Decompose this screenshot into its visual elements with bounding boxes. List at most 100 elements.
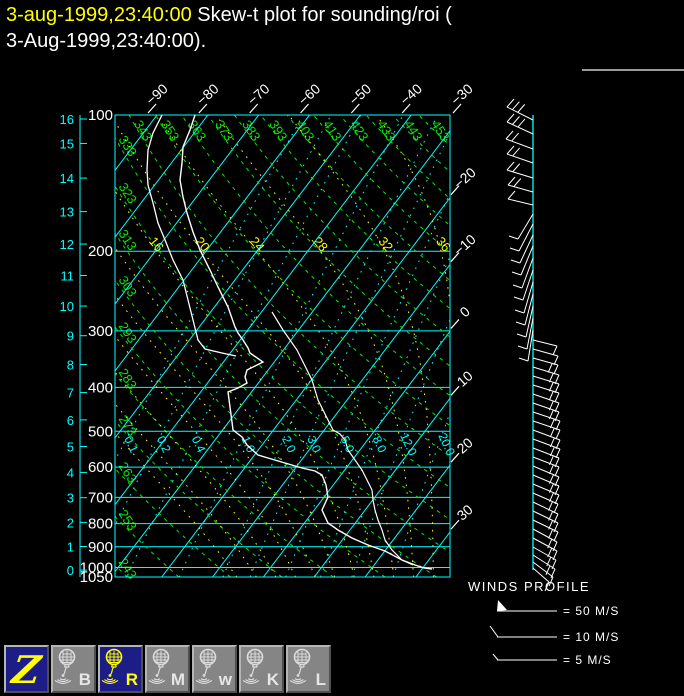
svg-text:283: 283 bbox=[116, 366, 140, 392]
app-window: { "header": { "timestamp": "3-aug-1999,2… bbox=[0, 0, 684, 696]
sounding-button-l[interactable]: L bbox=[286, 645, 331, 693]
svg-text:11: 11 bbox=[61, 269, 75, 284]
svg-text:−10: −10 bbox=[450, 231, 479, 259]
svg-text:423: 423 bbox=[347, 117, 371, 143]
button-letter: R bbox=[125, 670, 138, 689]
svg-text:16: 16 bbox=[60, 112, 74, 127]
title-timestamp: 3-aug-1999,23:40:00 bbox=[6, 4, 192, 26]
sounding-traces bbox=[146, 115, 433, 570]
svg-text:−70: −70 bbox=[244, 80, 273, 108]
title-line2: 3-Aug-1999,23:40:00). bbox=[6, 30, 207, 52]
svg-text:313: 313 bbox=[116, 227, 140, 253]
plot-border bbox=[114, 114, 451, 578]
svg-text:0.4: 0.4 bbox=[189, 434, 209, 455]
legend-5ms-label: = 5 M/S bbox=[563, 653, 612, 667]
svg-text:3.0: 3.0 bbox=[304, 434, 324, 455]
svg-text:−50: −50 bbox=[346, 80, 375, 108]
page-title: 3-aug-1999,23:40:00 Skew-t plot for soun… bbox=[6, 2, 452, 54]
svg-text:263: 263 bbox=[116, 459, 140, 485]
dewpoint-trace bbox=[146, 115, 237, 357]
svg-text:243: 243 bbox=[116, 555, 140, 581]
svg-text:253: 253 bbox=[116, 507, 140, 533]
wind-profile bbox=[505, 98, 561, 592]
svg-text:36: 36 bbox=[433, 234, 454, 255]
svg-text:333: 333 bbox=[116, 133, 140, 159]
button-letter: K bbox=[266, 670, 279, 689]
window-divider-bar bbox=[582, 69, 684, 71]
isotherm-lines bbox=[115, 115, 450, 577]
svg-text:300: 300 bbox=[88, 323, 113, 340]
sounding-button-w[interactable]: w bbox=[192, 645, 237, 693]
svg-text:373: 373 bbox=[212, 117, 236, 143]
svg-text:453: 453 bbox=[428, 117, 452, 143]
svg-text:9: 9 bbox=[67, 329, 74, 344]
svg-text:0.2: 0.2 bbox=[154, 434, 174, 455]
svg-text:400: 400 bbox=[88, 379, 113, 396]
winds-legend-symbols bbox=[489, 600, 557, 661]
svg-text:403: 403 bbox=[293, 117, 317, 143]
svg-text:28: 28 bbox=[310, 234, 331, 255]
svg-text:323: 323 bbox=[116, 180, 140, 206]
svg-text:900: 900 bbox=[88, 539, 113, 556]
button-letter: B bbox=[78, 670, 91, 689]
svg-text:363: 363 bbox=[185, 117, 209, 143]
legend-10ms-label: = 10 M/S bbox=[563, 630, 620, 644]
svg-text:4: 4 bbox=[67, 465, 74, 480]
svg-text:433: 433 bbox=[374, 117, 398, 143]
svg-text:32: 32 bbox=[375, 234, 396, 255]
svg-text:24: 24 bbox=[247, 234, 268, 255]
svg-text:13: 13 bbox=[60, 205, 74, 220]
svg-text:−30: −30 bbox=[447, 80, 476, 108]
svg-text:10: 10 bbox=[454, 367, 476, 389]
svg-text:1000: 1000 bbox=[80, 560, 113, 577]
svg-text:1.0: 1.0 bbox=[238, 434, 258, 455]
svg-text:2.0: 2.0 bbox=[279, 434, 299, 455]
sounding-button-m[interactable]: M bbox=[145, 645, 190, 693]
svg-text:2: 2 bbox=[67, 515, 74, 530]
zeb-z-logo: Z bbox=[9, 646, 44, 692]
svg-text:8.0: 8.0 bbox=[370, 434, 390, 455]
plot-field bbox=[115, 115, 450, 577]
svg-text:800: 800 bbox=[88, 516, 113, 533]
svg-text:6: 6 bbox=[67, 413, 74, 428]
balloon-icon bbox=[289, 648, 311, 684]
svg-text:0: 0 bbox=[67, 563, 74, 578]
toolbar: Z B R M w K L bbox=[4, 645, 331, 693]
svg-text:100: 100 bbox=[88, 107, 113, 124]
svg-text:12.0: 12.0 bbox=[397, 431, 420, 458]
svg-text:1050: 1050 bbox=[80, 569, 113, 586]
button-letter: L bbox=[315, 670, 326, 689]
svg-text:600: 600 bbox=[88, 459, 113, 476]
sounding-button-k[interactable]: K bbox=[239, 645, 284, 693]
isobar-lines bbox=[115, 115, 450, 577]
svg-text:14: 14 bbox=[60, 171, 74, 186]
dry-adiabat-lines bbox=[115, 115, 450, 577]
svg-text:443: 443 bbox=[401, 117, 425, 143]
svg-text:303: 303 bbox=[116, 273, 140, 299]
svg-text:353: 353 bbox=[158, 117, 182, 143]
winds-profile-label: WINDS PROFILE bbox=[468, 579, 591, 594]
zeb-logo-button[interactable]: Z bbox=[4, 645, 49, 693]
svg-text:10: 10 bbox=[60, 299, 74, 314]
mixing-ratio-lines bbox=[115, 115, 450, 577]
right-temp-labels: −20 −10 0 10 20 30 bbox=[450, 164, 479, 530]
svg-text:20: 20 bbox=[192, 234, 213, 255]
svg-text:293: 293 bbox=[116, 319, 140, 345]
svg-text:20: 20 bbox=[454, 434, 476, 456]
sounding-button-r-active[interactable]: R bbox=[98, 645, 143, 693]
svg-text:1: 1 bbox=[67, 540, 74, 555]
sounding-button-b[interactable]: B bbox=[51, 645, 96, 693]
svg-text:15: 15 bbox=[60, 136, 74, 151]
pressure-axis-labels: 100 200 300 400 500 600 700 800 900 10001050 bbox=[80, 107, 113, 586]
svg-text:8: 8 bbox=[67, 358, 74, 373]
svg-text:20.0: 20.0 bbox=[435, 431, 458, 458]
svg-text:500: 500 bbox=[88, 423, 113, 440]
button-letter: w bbox=[218, 670, 232, 689]
svg-text:700: 700 bbox=[88, 489, 113, 506]
svg-text:200: 200 bbox=[88, 243, 113, 260]
height-axis: 012345678910111213141516 bbox=[60, 112, 87, 578]
svg-text:−40: −40 bbox=[397, 80, 426, 108]
svg-text:7: 7 bbox=[67, 386, 74, 401]
moist-adiabat-labels: 16 20 24 28 32 36 bbox=[146, 234, 454, 255]
mixing-ratio-labels: 0.1 0.2 0.4 1.0 2.0 3.0 5.0 8.0 12.0 20.0 bbox=[121, 431, 458, 458]
